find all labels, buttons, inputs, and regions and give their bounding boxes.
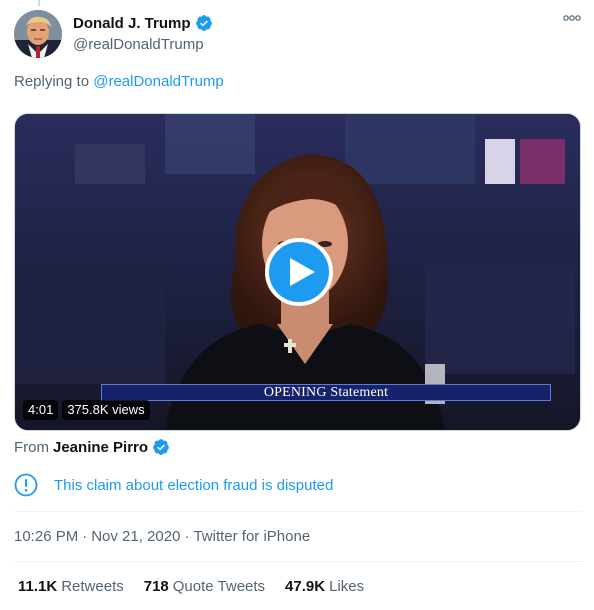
tweet-date[interactable]: Nov 21, 2020 <box>91 528 180 545</box>
author-name-row[interactable]: Donald J. Trump <box>73 13 213 33</box>
author-handle[interactable]: @realDonaldTrump <box>73 36 213 53</box>
more-icon[interactable] <box>562 12 582 24</box>
retweets-stat[interactable]: 11.1K Retweets <box>18 578 124 595</box>
tweet-time[interactable]: 10:26 PM <box>14 528 78 545</box>
lower-third-caps: OPENING <box>263 385 327 400</box>
replying-to-prefix: Replying to <box>14 73 90 90</box>
info-icon <box>14 473 38 497</box>
tweet-header: Donald J. Trump @realDonaldTrump <box>14 10 584 60</box>
tweet-timestamp: 10:26 PM · Nov 21, 2020 · Twitter for iPhone <box>14 528 311 545</box>
video-source-line: From Jeanine Pirro <box>14 438 170 456</box>
video-lower-third: OPENING Statement <box>101 384 551 401</box>
disputed-claim-notice[interactable]: This claim about election fraud is dispu… <box>14 473 333 497</box>
reply-mention-link[interactable]: @realDonaldTrump <box>93 73 224 90</box>
quote-tweets-count: 718 <box>143 578 169 595</box>
verified-badge-icon <box>195 15 212 31</box>
retweets-label: Retweets <box>61 578 124 595</box>
avatar[interactable] <box>14 10 62 58</box>
retweets-count: 11.1K <box>18 578 58 595</box>
lower-third-rest: Statement <box>330 385 389 400</box>
video-source-name[interactable]: Jeanine Pirro <box>53 439 148 456</box>
likes-label: Likes <box>329 578 365 595</box>
tweet-client[interactable]: Twitter for iPhone <box>193 528 310 545</box>
video-views: 375.8K views <box>62 400 150 420</box>
play-icon <box>290 258 315 286</box>
author-name-block: Donald J. Trump @realDonaldTrump <box>73 13 213 53</box>
video-player[interactable]: OPENING Statement 4:01 375.8K views <box>14 113 581 431</box>
author-display-name[interactable]: Donald J. Trump <box>73 15 191 32</box>
play-button[interactable] <box>265 238 333 306</box>
replying-to-line: Replying to @realDonaldTrump <box>14 73 224 90</box>
tweet-stats: 11.1K Retweets 718 Quote Tweets 47.9K Li… <box>18 578 364 595</box>
thread-connector-line <box>38 0 40 6</box>
verified-badge-icon <box>153 439 169 455</box>
video-duration: 4:01 <box>23 400 59 420</box>
divider <box>14 561 582 562</box>
likes-count: 47.9K <box>285 578 326 595</box>
quote-tweets-label: Quote Tweets <box>172 578 266 595</box>
quote-tweets-stat[interactable]: 718 Quote Tweets <box>144 578 265 595</box>
likes-stat[interactable]: 47.9K Likes <box>285 578 364 595</box>
video-meta: 4:01 375.8K views <box>23 400 150 420</box>
divider <box>14 511 582 512</box>
video-source-prefix: From <box>14 438 49 456</box>
tweet: Donald J. Trump @realDonaldTrump Replyin… <box>0 0 594 610</box>
disputed-claim-text[interactable]: This claim about election fraud is dispu… <box>54 477 333 494</box>
